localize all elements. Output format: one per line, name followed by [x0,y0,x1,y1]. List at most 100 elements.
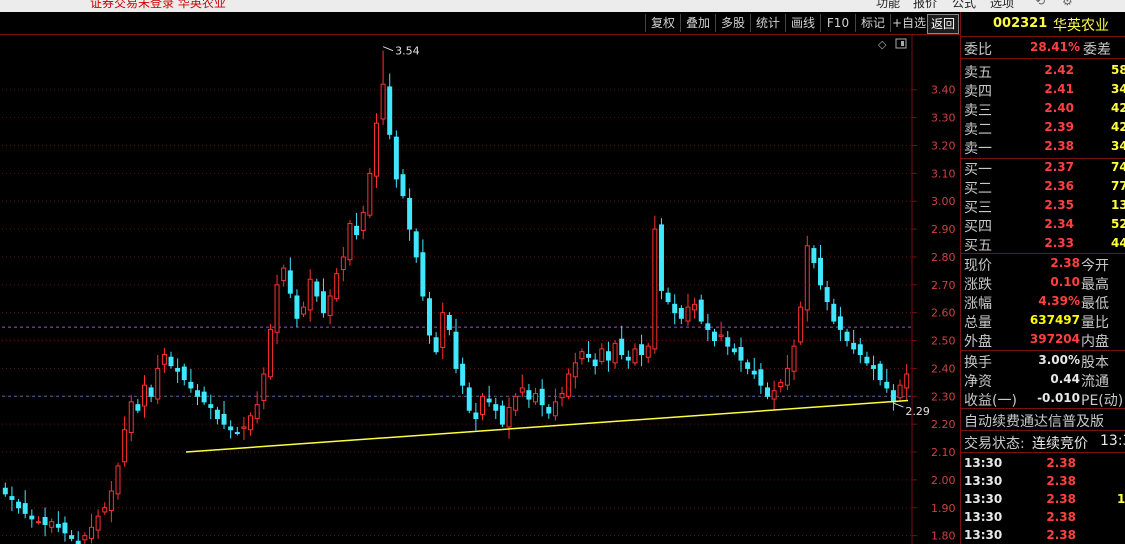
candle [519,374,525,397]
candle [871,355,877,381]
restore-rights-button[interactable]: 复权 [645,14,680,32]
candle [354,212,360,240]
candle [460,357,466,394]
candle-body [824,287,830,303]
candle [678,305,684,325]
candle-body [632,348,638,364]
stat2-0-extra: 股本 [1081,355,1109,371]
menu-function[interactable]: 功能 [876,0,900,11]
candle [241,416,247,441]
candle-body [168,356,174,367]
candle-body [314,281,320,297]
candle-body [373,122,379,177]
add-watchlist-button[interactable]: +自选 [890,14,927,32]
candle-body [122,429,128,463]
candle-body [446,314,452,330]
candle [2,482,8,497]
settings-icon[interactable]: ⚙ [1062,0,1073,8]
f10-button[interactable]: F10 [820,14,855,32]
mark-button[interactable]: 标记 [855,14,890,32]
candle-body [784,367,790,386]
buy-order-2-label: 买二 [964,181,992,197]
diamond-icon[interactable]: ◇ [878,38,887,51]
menu-formula[interactable]: 公式 [952,0,976,11]
candle-body [188,381,194,389]
max-price-label: 3.54 [395,45,420,58]
candle [473,402,479,431]
candle-body [115,465,121,495]
annotation-pointer [382,46,394,52]
candle [367,167,373,219]
stat-4-extra: 内盘 [1081,334,1109,350]
candle [751,357,757,379]
buy-order-3-value: 2.35 [1044,198,1074,212]
trade-status-value: 连续竞价 [1032,436,1088,452]
candle [731,343,737,355]
candle [62,516,68,542]
back-button[interactable]: 返回 [927,14,959,34]
annotation-pointer [893,402,904,408]
candle [778,379,784,393]
candle [559,386,565,407]
candle [579,348,585,365]
statistics-button[interactable]: 统计 [750,14,785,32]
candle [69,530,75,542]
stat-0: 现价 2.38 今开 [961,255,1125,274]
sell-order-4-label: 卖四 [964,84,992,100]
candle-body [387,86,393,135]
sell-order-2-value: 2.39 [1044,120,1074,134]
tick-row: 13:30 2.38 1 [961,491,1125,509]
sell-order-3-label: 卖三 [964,103,992,119]
stat-0-label: 现价 [964,258,992,274]
buy-order-1-value: 2.37 [1044,160,1074,174]
candle [566,368,572,400]
buy-order-4-extra: 52 [1111,217,1125,231]
notice-row[interactable]: 自动续费通达信普及版 [961,411,1125,431]
trade-status-row: 交易状态: 连续竞价 13:3 [961,433,1125,452]
overlay-button[interactable]: 叠加 [680,14,715,32]
candle [758,363,764,394]
sell-order-5-extra: 58 [1111,63,1125,77]
candle [499,400,505,428]
sell-order-3-value: 2.40 [1044,101,1074,115]
candle-body [844,331,850,342]
draw-line-button[interactable]: 画线 [785,14,820,32]
candle-body [871,365,877,369]
weibi-row: 委比 28.41% 委差 [961,39,1125,58]
buy-order-1-label: 买一 [964,162,992,178]
sell-order-2-extra: 42 [1111,120,1125,134]
candle-body [281,267,287,282]
candle-body [181,366,187,381]
stat-3-extra: 量比 [1081,315,1109,331]
candle [208,394,214,420]
candlestick-chart[interactable]: 3.54 2.29 3.40 3.30 3.20 3.10 3.00 2.90 2.80 2.7… [0,34,960,544]
multi-stock-button[interactable]: 多股 [715,14,750,32]
notice-text[interactable]: 自动续费通达信普及版 [964,411,1104,431]
stat2-2-value: -0.010 [1037,391,1080,405]
sell-order-4: 卖四 2.41 34 [961,81,1125,100]
tick-row: 13:30 2.38 [961,509,1125,527]
tick-row: 13:30 2.38 [961,473,1125,491]
candle-body [738,347,744,361]
menu-options[interactable]: 选项 [990,0,1014,11]
refresh-icon[interactable]: ⟲ [1035,0,1045,8]
login-status[interactable]: 证券交易未登录 华英农业 [90,0,226,11]
candle-body [466,387,472,411]
price-axis: 3.40 3.30 3.20 3.10 3.00 2.90 2.80 2.70 2.60 2.50… [912,84,956,543]
candle [102,502,108,515]
candle-body [320,291,326,314]
tick-time: 13:30 [964,492,1003,506]
sell-order-2-label: 卖二 [964,122,992,138]
sell-order-3-extra: 42 [1111,101,1125,115]
candle [55,511,61,533]
menu-quote[interactable]: 报价 [913,0,937,11]
stat-4-value: 397204 [1029,332,1080,346]
candle-body [625,356,631,361]
candle [373,113,379,188]
chart-corner-controls: ◇ [878,38,907,51]
candle [340,246,346,282]
candle-body [758,369,764,386]
candle-body [586,353,592,358]
candle-body [506,406,512,428]
stat2-1-label: 净资 [964,374,992,390]
